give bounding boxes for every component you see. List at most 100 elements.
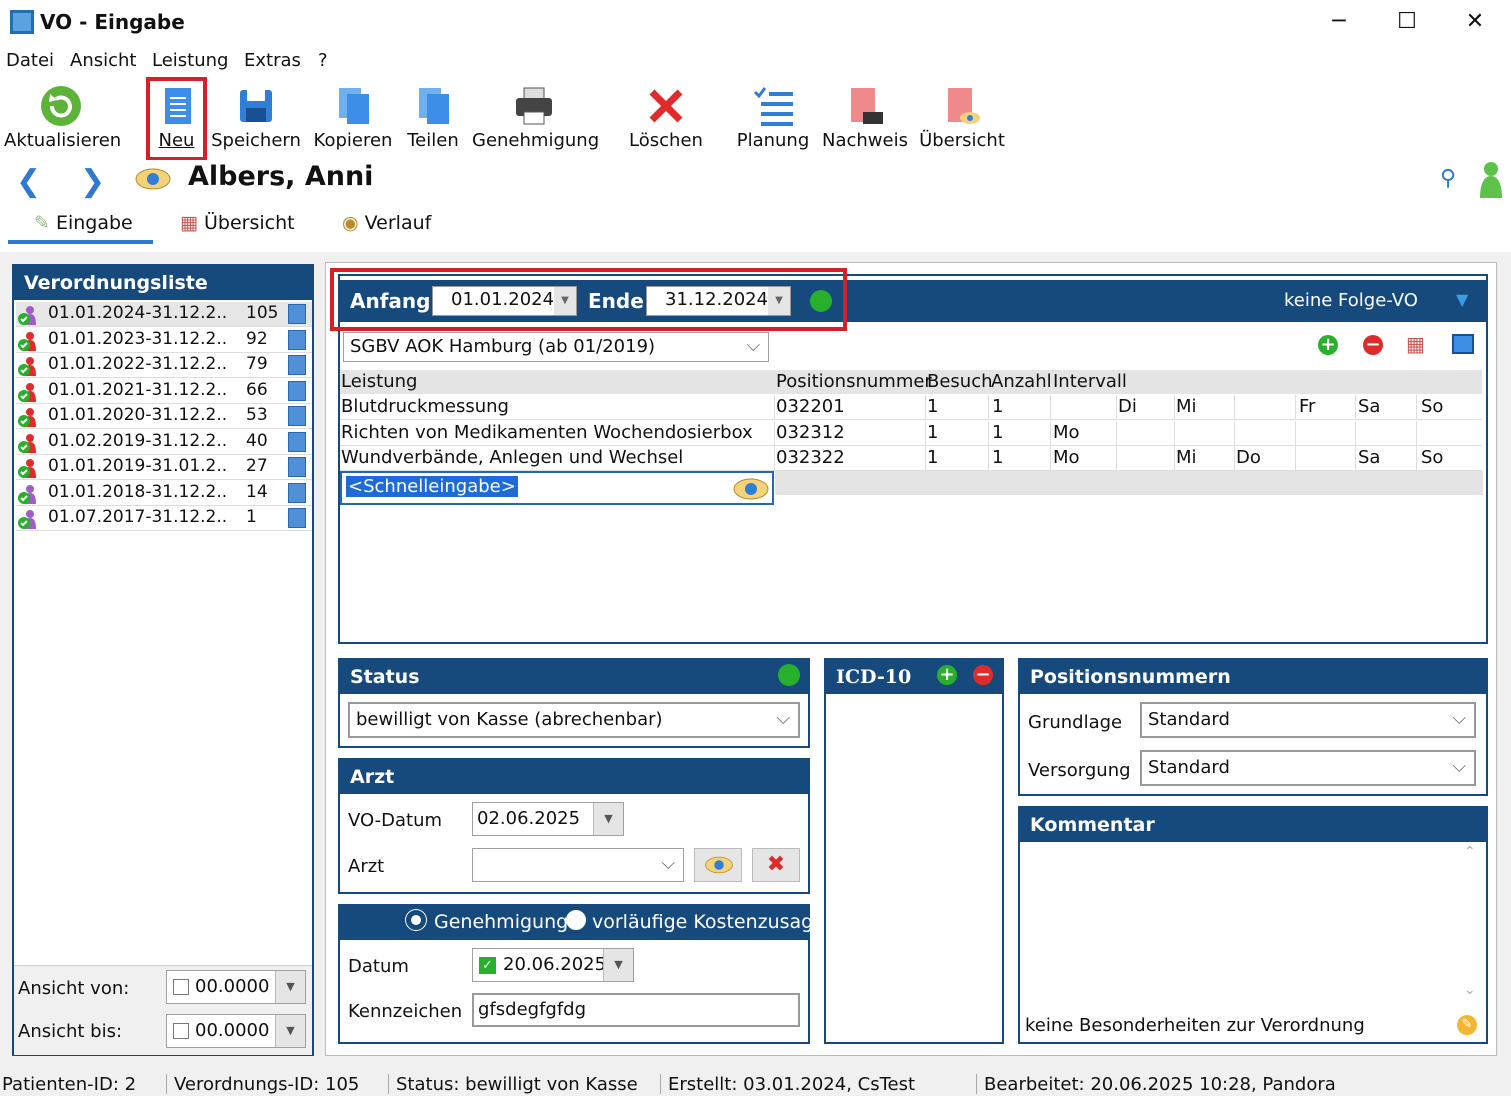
- close-button[interactable]: ✕: [1452, 6, 1498, 38]
- loeschen-button[interactable]: Löschen: [626, 80, 706, 156]
- edit-document-icon[interactable]: [288, 457, 306, 477]
- remove-icon[interactable]: −: [1363, 335, 1383, 355]
- vo-list-item[interactable]: 01.01.2023-31.12.2.. 92: [16, 328, 312, 353]
- search-icon[interactable]: ⚲: [1440, 166, 1456, 191]
- vo-list-item[interactable]: 01.02.2019-31.12.2.. 40: [16, 430, 312, 455]
- menu-leistung[interactable]: Leistung: [152, 50, 228, 71]
- kasse-select[interactable]: SGBV AOK Hamburg (ab 01/2019) ⌵: [343, 332, 769, 362]
- grid-row[interactable]: Richten von Medikamenten Wochendosierbox…: [340, 420, 1482, 446]
- menu-datei[interactable]: Datei: [6, 50, 54, 71]
- ansicht-von-combo[interactable]: 00.0000 ▼: [166, 970, 306, 1004]
- edit-document-icon[interactable]: [288, 329, 306, 350]
- vo-datum-field[interactable]: 02.06.2025 ▼: [472, 802, 624, 836]
- forward-arrow-icon[interactable]: ❯: [80, 164, 105, 199]
- chevron-down-icon[interactable]: ▼: [603, 949, 633, 981]
- status-select[interactable]: bewilligt von Kasse (abrechenbar) ⌵: [348, 702, 800, 738]
- windows-icon[interactable]: [1452, 334, 1474, 354]
- user-icon[interactable]: [1478, 160, 1504, 198]
- genehmigung-button[interactable]: Genehmigung: [472, 80, 599, 156]
- minimize-button[interactable]: ─: [1316, 6, 1362, 38]
- kostenzusage-radio[interactable]: [566, 910, 586, 930]
- teilen-button[interactable]: Teilen: [404, 80, 462, 156]
- grid-row[interactable]: Wundverbände, Anlegen und Wechsel 032322 1…: [340, 446, 1482, 471]
- vo-list-item[interactable]: 01.01.2021-31.12.2.. 66: [16, 379, 312, 404]
- chevron-down-icon[interactable]: ▼: [593, 803, 623, 835]
- vo-list-item[interactable]: 01.01.2022-31.12.2.. 79: [16, 353, 312, 378]
- menu-help[interactable]: ?: [318, 50, 328, 71]
- back-arrow-icon[interactable]: ❮: [16, 164, 41, 199]
- kommentar-title: Kommentar: [1020, 808, 1486, 842]
- maximize-button[interactable]: ☐: [1384, 6, 1430, 38]
- schnelleingabe-input[interactable]: <Schnelleingabe>: [340, 471, 774, 505]
- edit-document-icon[interactable]: [288, 482, 306, 503]
- chevron-down-icon[interactable]: ▼: [275, 971, 305, 1003]
- patient-name: Albers, Anni: [188, 161, 374, 192]
- planung-button[interactable]: Planung: [736, 80, 810, 156]
- grid-row[interactable]: Blutdruckmessung 032201 1 1 Di Mi Fr Sa So: [340, 395, 1482, 420]
- kennzeichen-input[interactable]: gfsdegfgfdg: [472, 993, 800, 1027]
- speichern-button[interactable]: Speichern: [210, 80, 302, 156]
- scroll-down-icon[interactable]: ⌄: [1464, 982, 1476, 998]
- edit-document-icon[interactable]: [288, 380, 306, 401]
- eye-icon[interactable]: [134, 166, 172, 192]
- delete-x-icon: [649, 89, 683, 123]
- ansicht-bis-checkbox[interactable]: [173, 1023, 189, 1039]
- ansicht-von-checkbox[interactable]: [173, 979, 189, 995]
- chevron-down-icon[interactable]: ⌵: [661, 853, 675, 874]
- chevron-down-icon[interactable]: ▼: [275, 1015, 305, 1047]
- kommentar-text[interactable]: keine Besonderheiten zur Verordnung: [1025, 1015, 1365, 1036]
- edit-pencil-icon[interactable]: ✎: [1457, 1015, 1477, 1035]
- ansicht-von-label: Ansicht von:: [18, 978, 130, 999]
- checkbox-checked-icon[interactable]: ✓: [479, 957, 496, 974]
- genehmigung-radio[interactable]: [406, 910, 426, 930]
- statusbar-erstellt: Erstellt: 03.01.2024, CsTest: [668, 1074, 916, 1095]
- versorgung-select[interactable]: Standard ⌵: [1140, 750, 1476, 786]
- edit-document-icon[interactable]: [288, 355, 306, 375]
- vo-list-item[interactable]: 01.07.2017-31.12.2.. 1: [16, 506, 312, 531]
- vo-list-item[interactable]: 01.01.2018-31.12.2.. 14: [16, 481, 312, 506]
- statusbar-separator: [388, 1074, 389, 1094]
- collapse-icon[interactable]: ▼: [1456, 290, 1468, 309]
- edit-document-icon[interactable]: [288, 406, 306, 426]
- grid-column-line: [1234, 395, 1235, 419]
- folge-vo-label[interactable]: keine Folge-VO: [1284, 290, 1418, 311]
- grid-column-line: [1174, 395, 1175, 419]
- kopieren-button[interactable]: Kopieren: [312, 80, 394, 156]
- arzt-select[interactable]: ⌵: [472, 848, 684, 882]
- calendar-search-icon[interactable]: ▦: [1406, 332, 1425, 356]
- ansicht-bis-combo[interactable]: 00.0000 ▼: [166, 1014, 306, 1048]
- eye-icon: [705, 856, 733, 874]
- add-icon[interactable]: +: [1318, 335, 1338, 355]
- aktualisieren-button[interactable]: Aktualisieren: [4, 80, 121, 156]
- edit-document-icon[interactable]: [288, 508, 306, 528]
- chevron-down-icon[interactable]: ⌵: [1452, 708, 1466, 729]
- tab-uebersicht[interactable]: ▦ Übersicht: [180, 212, 295, 234]
- arzt-view-button[interactable]: [694, 848, 742, 882]
- arzt-clear-button[interactable]: ✖: [752, 848, 800, 882]
- nachweis-button[interactable]: Nachweis: [820, 80, 910, 156]
- vo-list-item[interactable]: 01.01.2019-31.01.2.. 27: [16, 455, 312, 480]
- uebersicht-button[interactable]: Übersicht: [918, 80, 1006, 156]
- vo-list-item[interactable]: 01.01.2020-31.12.2.. 53: [16, 404, 312, 429]
- datum-field[interactable]: ✓ 20.06.2025 ▼: [472, 948, 634, 982]
- chevron-down-icon[interactable]: ⌵: [746, 335, 760, 356]
- save-icon: [240, 90, 272, 122]
- vo-list-item[interactable]: 01.01.2024-31.12.2.. 105: [16, 302, 312, 327]
- chevron-down-icon[interactable]: ⌵: [776, 708, 790, 729]
- icd-remove-icon[interactable]: −: [973, 665, 993, 685]
- eye-icon[interactable]: [732, 476, 770, 502]
- eye-small-icon: ◉: [342, 212, 359, 234]
- tab-verlauf[interactable]: ◉ Verlauf: [342, 212, 431, 234]
- edit-document-icon[interactable]: [288, 304, 306, 324]
- chevron-down-icon[interactable]: ⌵: [1452, 756, 1466, 777]
- menu-ansicht[interactable]: Ansicht: [70, 50, 136, 71]
- tab-eingabe[interactable]: ✎ Eingabe: [34, 212, 133, 234]
- scroll-up-icon[interactable]: ⌃: [1464, 844, 1476, 860]
- edit-document-icon[interactable]: [288, 431, 306, 452]
- copy-icon: [339, 88, 369, 124]
- menu-extras[interactable]: Extras: [244, 50, 301, 71]
- grundlage-select[interactable]: Standard ⌵: [1140, 702, 1476, 738]
- statusbar-vo-id: Verordnungs-ID: 105: [174, 1074, 360, 1095]
- calendar-icon: ▦: [180, 212, 198, 234]
- icd-add-icon[interactable]: +: [937, 665, 957, 685]
